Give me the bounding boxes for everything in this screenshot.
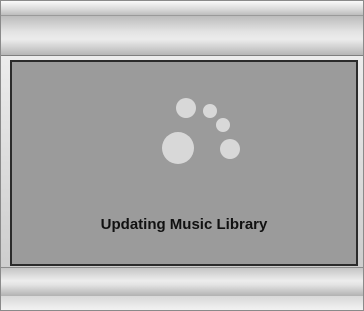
updating-dialog-window: Updating Music Library: [0, 0, 364, 311]
header-band: [1, 16, 363, 56]
bottom-edge: [1, 296, 363, 310]
status-panel: Updating Music Library: [10, 60, 358, 266]
logo-middle-circle: [203, 104, 217, 118]
top-bar: [1, 1, 363, 16]
logo-large-circle: [162, 132, 194, 164]
footer-band: [1, 267, 363, 296]
logo-right-circle: [216, 118, 230, 132]
logo-lower-circle: [220, 139, 240, 159]
logo-top-circle: [176, 98, 196, 118]
status-text: Updating Music Library: [100, 216, 268, 233]
music-library-logo-icon: [162, 98, 240, 164]
